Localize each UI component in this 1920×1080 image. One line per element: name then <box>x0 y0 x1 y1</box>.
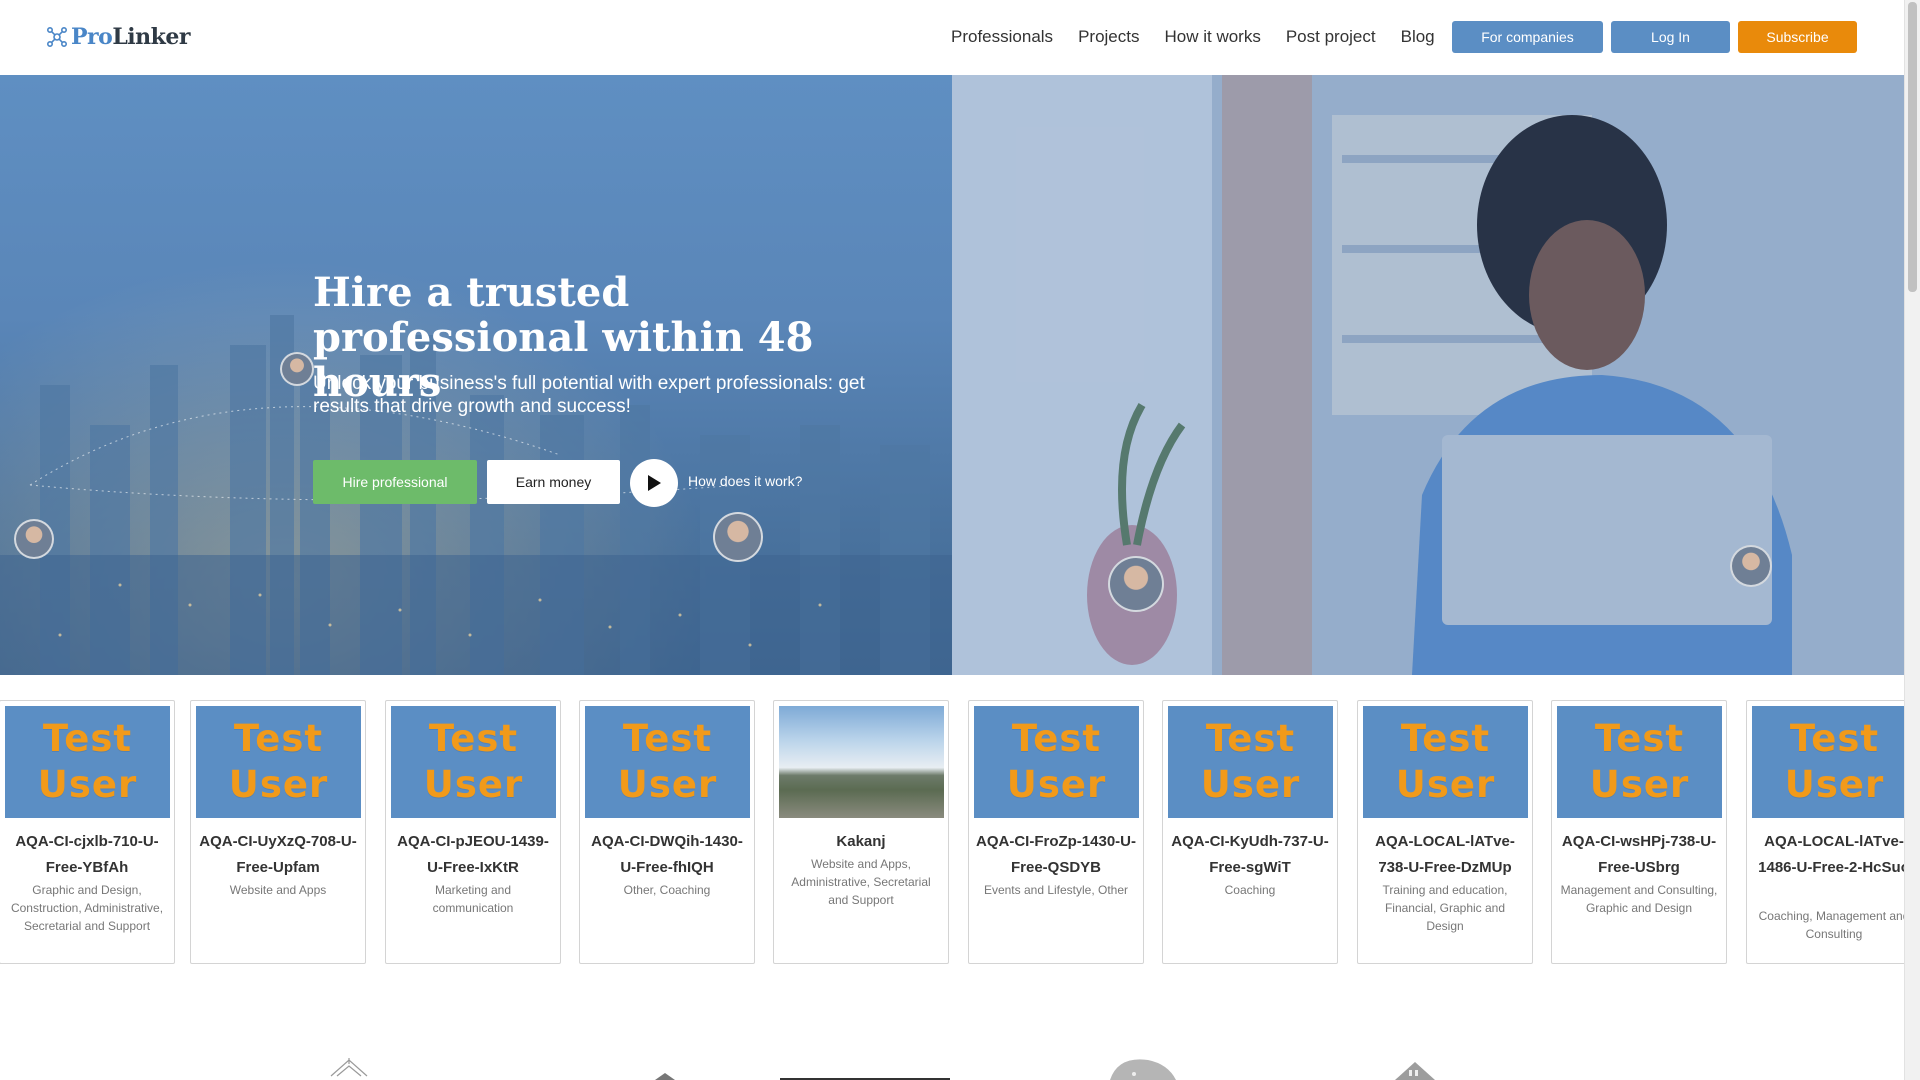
professional-name: AQA-LOCAL-lATve-738-U-Free-DzMUp <box>1375 833 1515 876</box>
avatar <box>1730 545 1772 587</box>
professional-name: AQA-CI-FroZp-1430-U-Free-QSDYB <box>976 833 1136 876</box>
partner-logos-row <box>0 1050 1905 1080</box>
profile-thumbnail: Test User <box>1752 706 1905 818</box>
page-scrollbar[interactable] <box>1904 0 1920 1080</box>
professional-name: AQA-CI-cjxlb-710-U-Free-YBfAh <box>15 833 159 876</box>
partner-logo <box>655 1073 675 1080</box>
profile-thumbnail: Test User <box>1557 706 1722 818</box>
profile-thumbnail: Test User <box>196 706 361 818</box>
professional-card[interactable]: Test User AQA-CI-pJEOU-1439-U-Free-IxKtR … <box>385 700 561 964</box>
profile-thumbnail: Test User <box>1363 706 1528 818</box>
partner-logo <box>1395 1062 1435 1080</box>
for-companies-button[interactable]: For companies <box>1452 21 1603 53</box>
subscribe-button[interactable]: Subscribe <box>1738 21 1857 53</box>
avatar <box>713 512 763 562</box>
nav-blog[interactable]: Blog <box>1401 26 1435 48</box>
professional-categories: Coaching <box>1224 883 1276 897</box>
professional-name: AQA-CI-UyXzQ-708-U-Free-Upfam <box>199 833 357 876</box>
profile-thumbnail: Test User <box>1168 706 1333 818</box>
hire-professional-button[interactable]: Hire professional <box>313 460 477 504</box>
professional-categories: Website and Apps, Administrative, Secret… <box>791 857 931 907</box>
prolinker-logo[interactable]: ProLinker <box>46 24 190 50</box>
nav-professionals[interactable]: Professionals <box>951 26 1053 48</box>
prolinker-logo-icon <box>46 26 68 48</box>
professional-card[interactable]: Test User AQA-CI-FroZp-1430-U-Free-QSDYB … <box>968 700 1144 964</box>
hero-subtitle: Unlock your business's full potential wi… <box>313 373 865 417</box>
professional-categories: Other, Coaching <box>623 883 711 897</box>
professional-categories: Management and Consulting, Graphic and D… <box>1560 883 1718 915</box>
professional-card[interactable]: Test User AQA-LOCAL-lATve-738-U-Free-DzMU… <box>1357 700 1533 964</box>
profile-thumbnail: Test User <box>585 706 750 818</box>
professional-card[interactable]: Test User AQA-CI-DWQih-1430-U-Free-fhIQH … <box>579 700 755 964</box>
professional-card[interactable]: Test User AQA-CI-cjxlb-710-U-Free-YBfAh G… <box>0 700 175 964</box>
nav-post-project[interactable]: Post project <box>1286 26 1376 48</box>
logo-text-linker: Linker <box>112 24 190 50</box>
avatar <box>1108 556 1164 612</box>
professional-name: AQA-CI-DWQih-1430-U-Free-fhIQH <box>591 833 743 876</box>
professional-name: AQA-CI-wsHPj-738-U-Free-USbrg <box>1561 833 1717 876</box>
profile-photo <box>779 706 944 818</box>
partner-logo <box>1110 1059 1176 1080</box>
avatar <box>14 519 54 559</box>
hero-woman-photo <box>952 75 1905 675</box>
logo-text-pro: Pro <box>71 24 113 50</box>
professional-card[interactable]: Test User AQA-CI-KyUdh-737-U-Free-sgWiT C… <box>1162 700 1338 964</box>
professional-name: AQA-CI-pJEOU-1439-U-Free-IxKtR <box>397 833 549 876</box>
earn-money-button[interactable]: Earn money <box>487 460 620 504</box>
professional-card[interactable]: Test User AQA-LOCAL-lATve-1486-U-Free-2-H… <box>1746 700 1905 964</box>
main-nav: Professionals Projects How it works Post… <box>951 26 1460 48</box>
professional-card[interactable]: Kakanj Website and Apps, Administrative,… <box>773 700 949 964</box>
profile-thumbnail: Test User <box>391 706 556 818</box>
professional-name: Kakanj <box>836 833 886 850</box>
site-header: ProLinker Professionals Projects How it … <box>0 0 1905 76</box>
professional-card[interactable]: Test User AQA-CI-wsHPj-738-U-Free-USbrg M… <box>1551 700 1727 964</box>
profile-thumbnail: Test User <box>5 706 170 818</box>
nav-projects[interactable]: Projects <box>1078 26 1139 48</box>
nav-how-it-works[interactable]: How it works <box>1164 26 1260 48</box>
how-does-it-work-link[interactable]: How does it work? <box>688 473 802 489</box>
professional-categories: Marketing and communication <box>432 883 514 915</box>
professional-categories: Training and education, Financial, Graph… <box>1382 883 1508 933</box>
avatar <box>280 352 314 386</box>
profile-thumbnail: Test User <box>974 706 1139 818</box>
play-icon <box>648 475 661 491</box>
professionals-carousel: Test User AQA-CI-cjxlb-710-U-Free-YBfAh G… <box>0 700 1905 970</box>
hero-section: Hire a trusted professional within 48 ho… <box>0 75 1905 675</box>
scrollbar-thumb[interactable] <box>1908 2 1917 292</box>
professional-categories: Website and Apps <box>229 883 327 897</box>
professional-name: AQA-CI-KyUdh-737-U-Free-sgWiT <box>1171 833 1329 876</box>
partner-logo <box>330 1058 368 1077</box>
professional-categories: Graphic and Design, Construction, Admini… <box>10 883 164 933</box>
professional-categories: Coaching, Management and Consulting <box>1758 909 1905 941</box>
professional-categories: Events and Lifestyle, Other <box>983 883 1129 897</box>
professional-name: AQA-LOCAL-lATve-1486-U-Free-2-HcSuo <box>1758 833 1905 876</box>
professional-card[interactable]: Test User AQA-CI-UyXzQ-708-U-Free-Upfam W… <box>190 700 366 964</box>
play-video-button[interactable] <box>630 459 678 507</box>
login-button[interactable]: Log In <box>1611 21 1730 53</box>
